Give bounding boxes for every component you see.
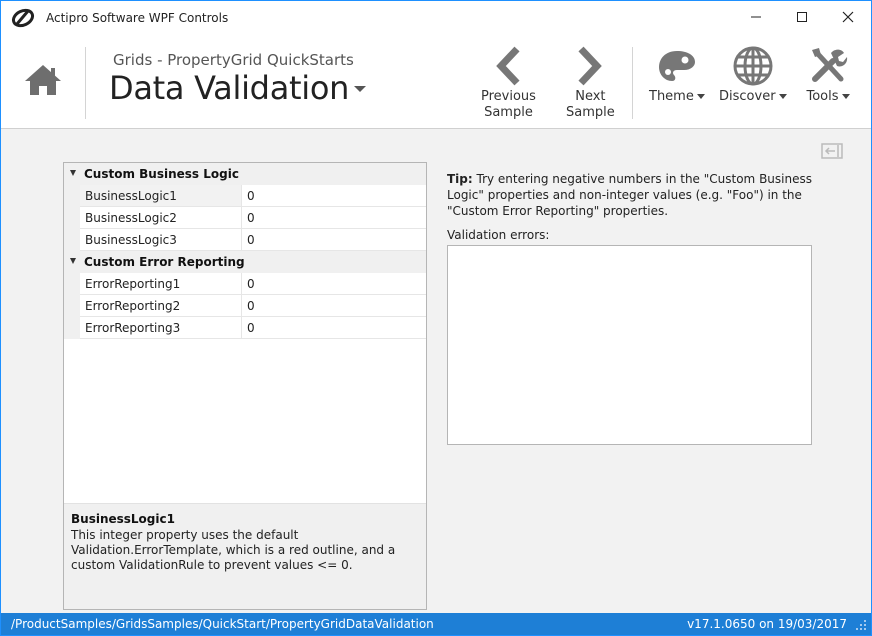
property-row[interactable]: ErrorReporting3 0 xyxy=(80,317,426,339)
home-icon xyxy=(25,65,61,95)
maximize-button[interactable] xyxy=(779,1,825,33)
palette-icon xyxy=(658,51,695,81)
property-row[interactable]: BusinessLogic1 0 xyxy=(80,185,426,207)
description-text: This integer property uses the default V… xyxy=(71,528,396,572)
header-separator xyxy=(85,47,86,119)
tools-button[interactable]: Tools xyxy=(805,43,851,105)
collapse-panel-icon[interactable] xyxy=(821,143,843,159)
title-bar: Actipro Software WPF Controls xyxy=(1,1,871,35)
property-value[interactable]: 0 xyxy=(243,295,426,316)
property-row[interactable]: ErrorReporting1 0 xyxy=(80,273,426,295)
tip-text: Tip: Try entering negative numbers in th… xyxy=(447,171,817,219)
grid-gutter xyxy=(64,273,80,295)
caret-down-icon xyxy=(841,94,850,99)
property-description: BusinessLogic1 This integer property use… xyxy=(64,503,426,609)
property-value[interactable]: 0 xyxy=(243,229,426,250)
chevron-right-icon xyxy=(578,46,603,86)
main-content: Custom Business Logic BusinessLogic1 0 B… xyxy=(1,129,871,613)
grid-gutter xyxy=(64,229,80,251)
minimize-button[interactable] xyxy=(733,1,779,33)
property-name: ErrorReporting3 xyxy=(80,317,242,338)
window-title: Actipro Software WPF Controls xyxy=(46,11,229,25)
category-label: Custom Business Logic xyxy=(84,167,239,181)
home-button[interactable] xyxy=(21,61,65,101)
next-sample-button[interactable]: Next Sample xyxy=(566,43,615,121)
caret-down-icon xyxy=(696,94,705,99)
property-name: BusinessLogic1 xyxy=(80,185,242,206)
globe-icon xyxy=(733,46,773,86)
status-path: /ProductSamples/GridsSamples/QuickStart/… xyxy=(11,617,434,631)
tip-body: Try entering negative numbers in the "Cu… xyxy=(447,172,812,218)
category-header[interactable]: Custom Error Reporting xyxy=(64,251,426,273)
next-sample-label: Next xyxy=(575,89,606,104)
collapse-triangle-icon[interactable] xyxy=(70,258,76,264)
property-value[interactable]: 0 xyxy=(243,185,426,206)
header-ribbon: Grids - PropertyGrid QuickStarts Data Va… xyxy=(1,35,871,129)
property-row[interactable]: BusinessLogic3 0 xyxy=(80,229,426,251)
chevron-left-icon xyxy=(496,46,521,86)
tools-label-text: Tools xyxy=(806,89,839,104)
previous-sample-label: Previous xyxy=(481,89,536,104)
property-value[interactable]: 0 xyxy=(243,273,426,294)
grid-gutter xyxy=(64,185,80,207)
tools-icon xyxy=(812,48,848,82)
collapse-triangle-icon[interactable] xyxy=(70,170,76,176)
validation-errors-list[interactable] xyxy=(447,245,812,445)
minimize-icon xyxy=(751,16,761,18)
property-name: ErrorReporting2 xyxy=(80,295,242,316)
close-icon xyxy=(842,11,854,23)
property-value[interactable]: 0 xyxy=(243,317,426,338)
theme-label-text: Theme xyxy=(649,89,694,104)
grid-gutter xyxy=(64,317,80,339)
property-row[interactable]: ErrorReporting2 0 xyxy=(80,295,426,317)
status-bar: /ProductSamples/GridsSamples/QuickStart/… xyxy=(1,613,871,635)
previous-sample-button[interactable]: Previous Sample xyxy=(481,43,536,121)
caret-down-icon xyxy=(778,94,787,99)
discover-button[interactable]: Discover xyxy=(719,43,787,105)
property-row[interactable]: BusinessLogic2 0 xyxy=(80,207,426,229)
grid-gutter xyxy=(64,295,80,317)
tools-label: Tools xyxy=(806,89,850,105)
discover-label-text: Discover xyxy=(719,89,776,104)
breadcrumb: Grids - PropertyGrid QuickStarts xyxy=(113,51,354,69)
close-button[interactable] xyxy=(825,1,871,33)
property-value[interactable]: 0 xyxy=(243,207,426,228)
discover-label: Discover xyxy=(719,89,787,105)
theme-button[interactable]: Theme xyxy=(649,43,705,105)
header-separator-2 xyxy=(632,47,633,119)
category-header[interactable]: Custom Business Logic xyxy=(64,163,426,185)
status-version: v17.1.0650 on 19/03/2017 xyxy=(687,617,847,631)
property-grid[interactable]: Custom Business Logic BusinessLogic1 0 B… xyxy=(63,162,427,610)
grid-gutter xyxy=(64,207,80,229)
validation-errors-label: Validation errors: xyxy=(447,228,550,242)
property-name: ErrorReporting1 xyxy=(80,273,242,294)
previous-sample-label-2: Sample xyxy=(484,105,533,120)
app-window: Actipro Software WPF Controls Grids - Pr… xyxy=(0,0,872,636)
category-label: Custom Error Reporting xyxy=(84,255,245,269)
description-title: BusinessLogic1 xyxy=(71,512,175,526)
theme-label: Theme xyxy=(649,89,705,105)
property-name: BusinessLogic3 xyxy=(80,229,242,250)
maximize-icon xyxy=(797,12,807,22)
tip-label: Tip: xyxy=(447,172,473,186)
chevron-down-icon[interactable] xyxy=(353,85,367,93)
page-title[interactable]: Data Validation xyxy=(109,69,349,107)
actipro-logo-icon xyxy=(11,8,35,28)
next-sample-label-2: Sample xyxy=(566,105,615,120)
resize-grip-icon[interactable] xyxy=(855,619,867,631)
property-name: BusinessLogic2 xyxy=(80,207,242,228)
